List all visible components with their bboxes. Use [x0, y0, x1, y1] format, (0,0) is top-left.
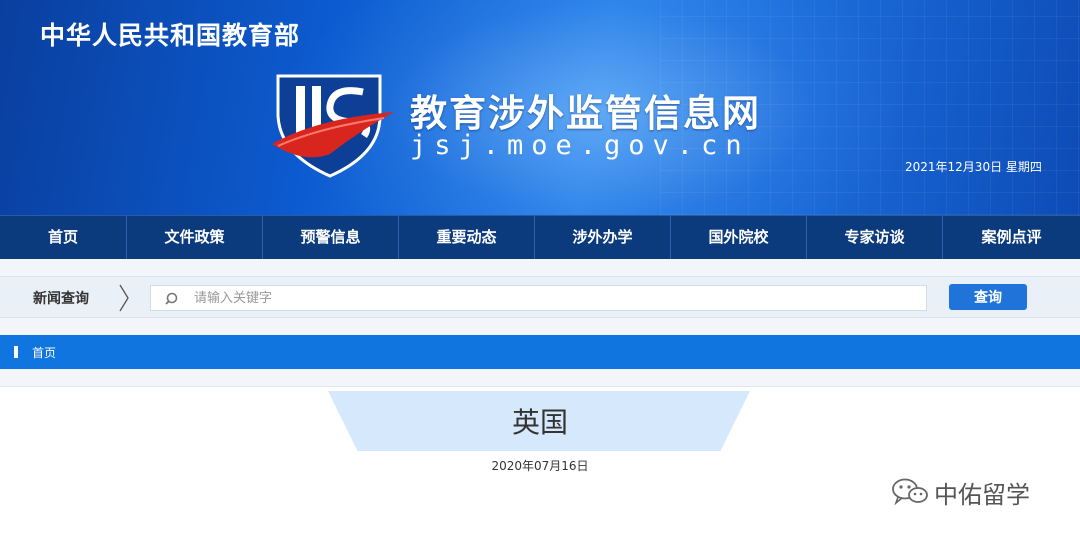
- news-search-bar: 新闻查询 查询: [0, 276, 1080, 318]
- ministry-name[interactable]: 中华人民共和国教育部: [40, 16, 300, 52]
- search-label: 新闻查询: [33, 291, 89, 307]
- chevron-right-icon: [119, 284, 129, 312]
- breadcrumb: 首页: [0, 335, 1080, 369]
- watermark-text: 中佑留学: [934, 480, 1030, 509]
- search-box: [150, 285, 927, 311]
- current-date: 2021年12月30日 星期四: [905, 160, 1042, 174]
- search-button[interactable]: 查询: [949, 284, 1027, 310]
- header-banner: 中华人民共和国教育部 教育涉外监管信息网 jsj.moe.gov.cn 2021…: [0, 0, 1080, 215]
- article-date: 2020年07月16日: [491, 459, 589, 473]
- wechat-icon: [892, 478, 928, 506]
- nav-item-policy[interactable]: 文件政策: [127, 216, 263, 259]
- jsj-shield-logo-icon[interactable]: [268, 72, 398, 182]
- search-input[interactable]: [194, 286, 914, 310]
- site-url: jsj.moe.gov.cn: [410, 130, 750, 161]
- main-nav: 首页 文件政策 预警信息 重要动态 涉外办学 国外院校 专家访谈 案例点评: [0, 215, 1080, 259]
- nav-item-foreign-schools[interactable]: 国外院校: [671, 216, 807, 259]
- nav-item-cooperative-schools[interactable]: 涉外办学: [535, 216, 671, 259]
- article-title: 英国: [511, 406, 568, 439]
- nav-item-expert-interviews[interactable]: 专家访谈: [807, 216, 943, 259]
- nav-item-news[interactable]: 重要动态: [399, 216, 535, 259]
- nav-item-case-reviews[interactable]: 案例点评: [943, 216, 1080, 259]
- watermark: 中佑留学: [890, 477, 1030, 509]
- breadcrumb-marker: [14, 346, 18, 358]
- nav-item-warning[interactable]: 预警信息: [263, 216, 399, 259]
- site-title[interactable]: 教育涉外监管信息网: [410, 83, 761, 137]
- nav-item-home[interactable]: 首页: [0, 216, 127, 259]
- breadcrumb-home-link[interactable]: 首页: [32, 344, 56, 361]
- search-icon: [165, 292, 178, 305]
- article-content: 英国 2020年07月16日 中佑留学: [0, 386, 1080, 541]
